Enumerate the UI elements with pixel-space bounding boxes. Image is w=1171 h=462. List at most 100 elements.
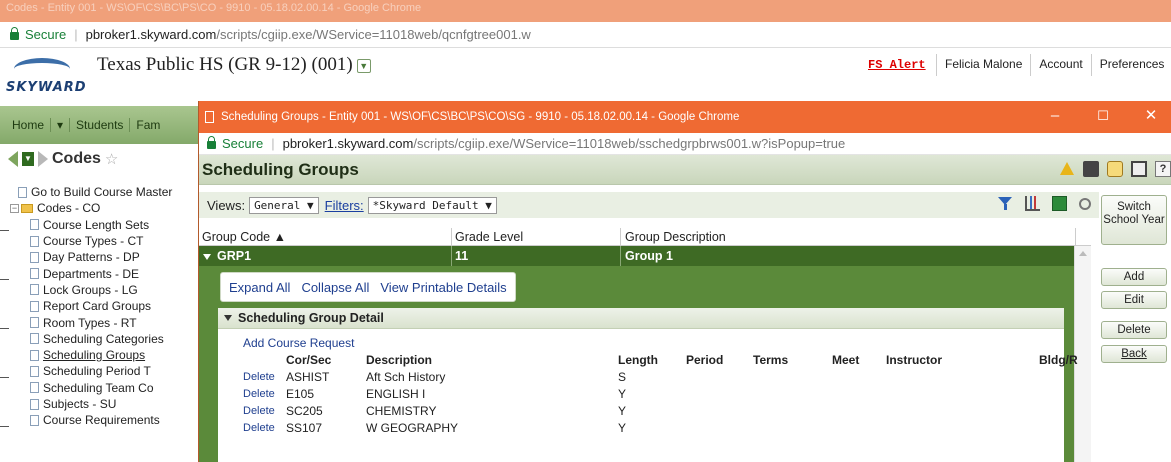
zoom-icon[interactable] — [1079, 197, 1091, 210]
add-course-request-link[interactable]: Add Course Request — [243, 336, 354, 350]
cell-divider — [451, 246, 452, 266]
tree-item[interactable]: Scheduling Categories — [10, 331, 200, 347]
back-button[interactable]: Back — [1101, 345, 1167, 363]
history-dropdown-icon[interactable]: ▼ — [22, 152, 34, 166]
user-name-link[interactable]: Felicia Malone — [936, 54, 1030, 76]
nav-students[interactable]: Students — [70, 118, 131, 132]
description-cell: Aft Sch History — [366, 370, 446, 384]
fs-alert-link[interactable]: FS Alert — [868, 58, 926, 72]
tree-dash — [0, 279, 9, 280]
back-arrow-icon[interactable] — [8, 151, 18, 167]
entity-dropdown-icon[interactable]: ▼ — [356, 58, 371, 73]
col-length: Length — [618, 353, 658, 367]
col-period: Period — [686, 353, 724, 367]
col-bldg-room: Bldg/R — [1039, 353, 1078, 367]
popup-address-bar[interactable]: Secure | pbroker1.skyward.com/scripts/cg… — [199, 133, 1171, 155]
nav-home[interactable]: Home — [6, 118, 52, 132]
tree-item-label: Go to Build Course Master — [31, 185, 173, 200]
filters-link[interactable]: Filters: — [325, 198, 364, 213]
print-icon[interactable] — [1131, 161, 1147, 177]
tree-item[interactable]: Scheduling Groups — [10, 347, 200, 363]
help-icon[interactable]: ? — [1155, 161, 1171, 177]
delete-course-link[interactable]: Delete — [243, 371, 275, 383]
nav-dropdown-icon[interactable]: ▾ — [51, 118, 71, 132]
logo-arc — [14, 58, 70, 80]
group-description-cell: Group 1 — [625, 249, 673, 263]
delete-course-link[interactable]: Delete — [243, 405, 275, 417]
views-select[interactable]: General ▼ — [249, 196, 319, 214]
tree-item[interactable]: Course Requirements — [10, 412, 200, 428]
view-printable-details-link[interactable]: View Printable Details — [380, 280, 506, 295]
nav-families[interactable]: Fam — [130, 118, 166, 132]
edit-button[interactable]: Edit — [1101, 291, 1167, 309]
delete-course-link[interactable]: Delete — [243, 388, 275, 400]
url-host: pbroker1.skyward.com — [282, 136, 414, 151]
column-group-description[interactable]: Group Description — [625, 230, 726, 244]
course-row: Delete SS107 W GEOGRAPHY Y — [218, 421, 1064, 437]
delete-course-link[interactable]: Delete — [243, 422, 275, 434]
tree-item-label: Scheduling Groups — [43, 348, 146, 363]
page-icon — [205, 111, 214, 123]
tree-item[interactable]: Go to Build Course Master — [10, 184, 200, 200]
tree-item[interactable]: Scheduling Period T — [10, 363, 200, 379]
col-instructor: Instructor — [886, 353, 943, 367]
document-icon — [30, 235, 39, 247]
address-separator: | — [271, 136, 275, 151]
filter-icon[interactable] — [998, 196, 1013, 211]
page-header: Scheduling Groups ? — [199, 155, 1171, 185]
minimize-icon[interactable]: – — [1035, 101, 1075, 133]
url-path: /scripts/cgiip.exe/WService=11018web/qcn… — [216, 27, 531, 42]
collapse-all-link[interactable]: Collapse All — [301, 280, 369, 295]
collapse-folder-icon[interactable]: − — [10, 203, 19, 213]
close-icon[interactable]: ✕ — [1131, 101, 1171, 133]
tree-item-label: Day Patterns - DP — [43, 250, 140, 265]
tree-item[interactable]: Lock Groups - LG — [10, 282, 200, 298]
column-divider — [620, 228, 621, 246]
tree-item[interactable]: Course Types - CT — [10, 233, 200, 249]
tree-item[interactable]: Day Patterns - DP — [10, 249, 200, 265]
back-window-header: SKYWARD Texas Public HS (GR 9-12) (001) ▼… — [0, 48, 1171, 102]
tree-dash — [0, 328, 9, 329]
delete-button[interactable]: Delete — [1101, 321, 1167, 339]
column-grade-level[interactable]: Grade Level — [455, 230, 523, 244]
table-row-selected[interactable]: GRP1 11 Group 1 — [199, 246, 1074, 266]
expand-all-link[interactable]: Expand All — [229, 280, 290, 295]
tree-item[interactable]: Room Types - RT — [10, 314, 200, 330]
chart-icon[interactable] — [1025, 196, 1040, 211]
document-icon — [30, 251, 39, 263]
tree-item[interactable]: Course Length Sets — [10, 217, 200, 233]
detail-header[interactable]: Scheduling Group Detail — [218, 308, 1064, 329]
preferences-link[interactable]: Preferences — [1090, 54, 1171, 76]
switch-school-year-button[interactable]: Switch School Year — [1101, 195, 1167, 245]
camera-icon[interactable] — [1083, 161, 1099, 177]
tree-item[interactable]: Departments - DE — [10, 265, 200, 281]
logo-text: SKYWARD — [6, 80, 87, 95]
cor-sec-cell: SC205 — [286, 404, 323, 418]
tree-item[interactable]: Subjects - SU — [10, 396, 200, 412]
description-cell: ENGLISH I — [366, 387, 426, 401]
favorite-star-icon[interactable]: ☆ — [105, 150, 118, 168]
alert-icon[interactable] — [1059, 161, 1075, 177]
row-expanded-icon[interactable] — [203, 254, 211, 260]
back-window-address-bar[interactable]: Secure | pbroker1.skyward.com/scripts/cg… — [0, 22, 1171, 48]
document-icon — [30, 398, 39, 410]
maximize-icon[interactable]: ☐ — [1083, 101, 1123, 133]
page-tools: ? — [1059, 161, 1171, 177]
notes-icon[interactable] — [1107, 161, 1123, 177]
length-cell: S — [618, 370, 627, 384]
scroll-up-icon[interactable] — [1079, 251, 1087, 256]
main-nav: Home ▾ Students Fam — [0, 106, 200, 144]
filters-select[interactable]: *Skyward Default ▼ — [367, 196, 497, 214]
column-group-code[interactable]: Group Code ▲ — [202, 230, 286, 244]
tree-item-label: Course Types - CT — [43, 234, 144, 249]
tree-item[interactable]: Report Card Groups — [10, 298, 200, 314]
export-excel-icon[interactable] — [1052, 196, 1067, 211]
secure-label: Secure — [25, 27, 67, 42]
tree-item[interactable]: Scheduling Team Co — [10, 380, 200, 396]
account-link[interactable]: Account — [1030, 54, 1090, 76]
forward-arrow-icon[interactable] — [38, 151, 48, 167]
collapse-icon[interactable] — [224, 315, 232, 321]
tree-item[interactable]: − Codes - CO — [10, 200, 200, 216]
add-button[interactable]: Add — [1101, 268, 1167, 286]
document-icon — [30, 268, 39, 280]
